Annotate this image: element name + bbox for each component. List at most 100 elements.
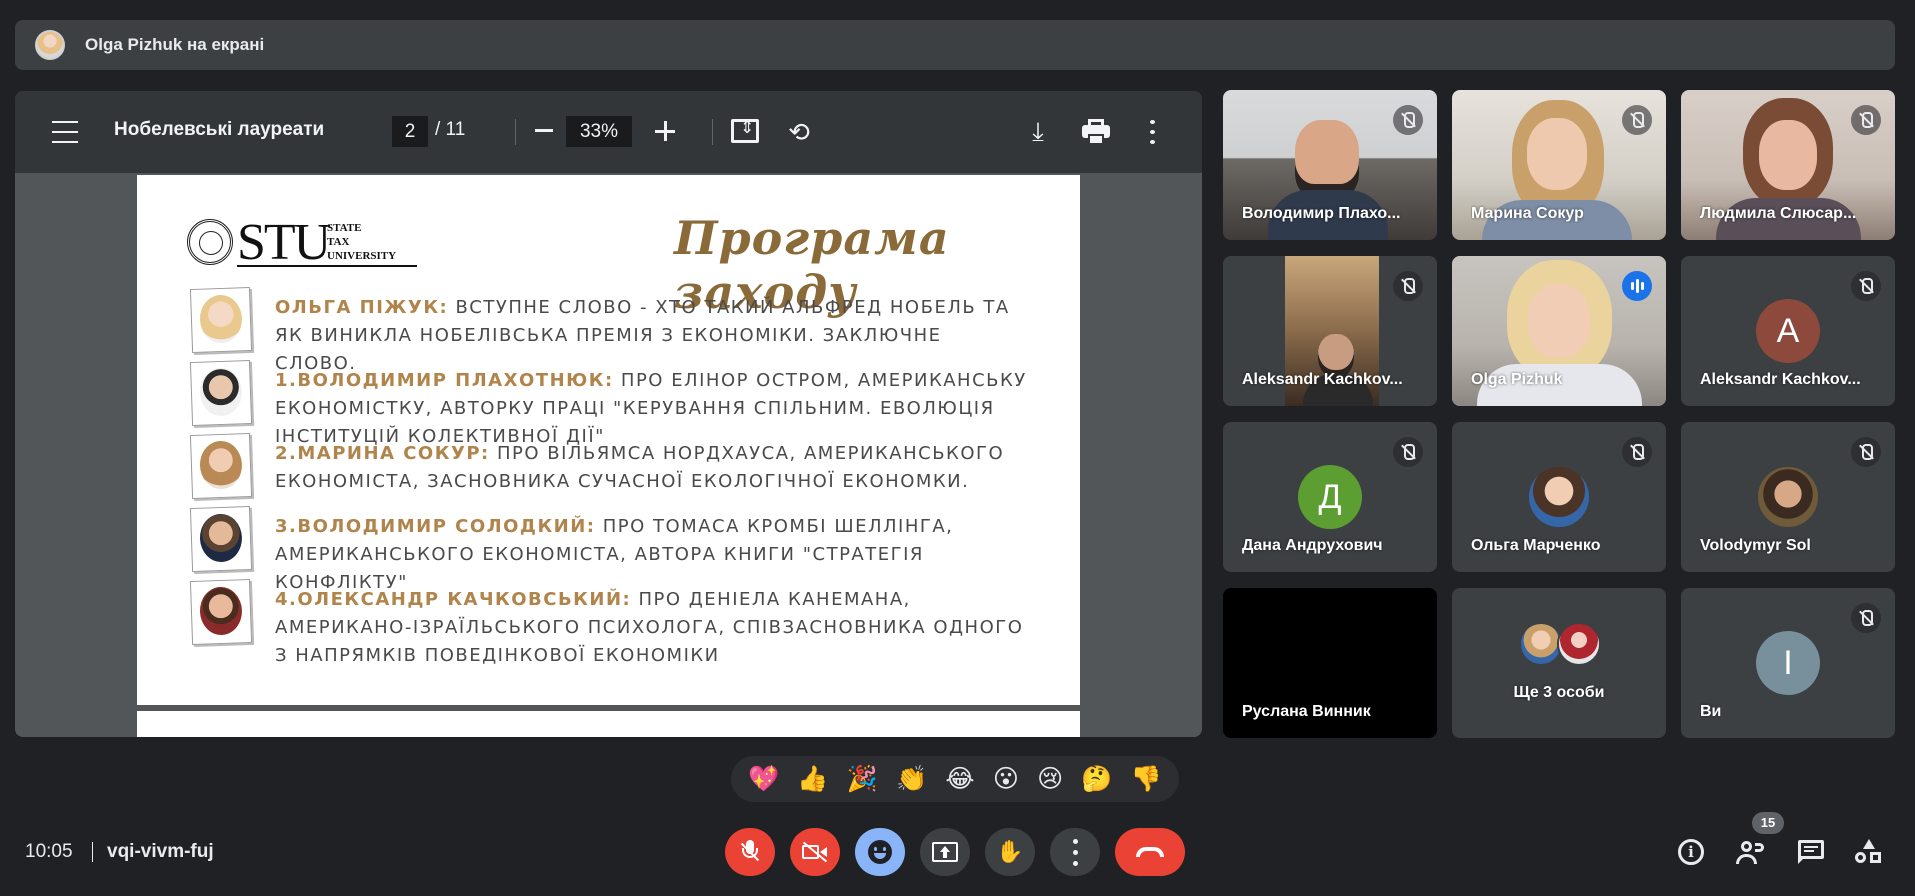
participant-name: Volodymyr Sol — [1700, 537, 1811, 554]
pdf-toolbar: Нобелевські лауреати 2 / 11 33% ⟲ ⤓ — [15, 91, 1202, 173]
activities-icon[interactable] — [1854, 837, 1884, 867]
participant-avatar — [1527, 465, 1591, 529]
speaker-photo — [189, 578, 253, 646]
participant-tile[interactable]: Людмила Слюсар... — [1681, 90, 1895, 240]
participant-tile[interactable]: Ольга Марченко — [1452, 422, 1666, 572]
speaker-photo — [189, 286, 253, 354]
participant-initial-avatar: I — [1756, 631, 1820, 695]
meeting-time: 10:05 — [25, 841, 73, 862]
rotate-icon[interactable]: ⟲ — [784, 117, 814, 147]
participant-count-badge: 15 — [1752, 812, 1784, 834]
reaction-crying[interactable]: 😢 — [1037, 764, 1063, 794]
camera-toggle-button[interactable] — [790, 828, 840, 876]
mic-off-icon — [1393, 105, 1423, 135]
meeting-code: vqi-vivm-fuj — [107, 841, 214, 862]
mic-off-icon — [1851, 105, 1881, 135]
raise-hand-button[interactable]: ✋ — [985, 828, 1035, 876]
more-options-icon[interactable] — [1147, 117, 1157, 147]
participant-name: Дана Андрухович — [1242, 537, 1383, 554]
reaction-thumbs-up[interactable]: 👍 — [797, 765, 828, 794]
participant-tile-active-speaker[interactable]: Olga Pizhuk — [1452, 256, 1666, 406]
participant-tile[interactable]: Марина Сокур — [1452, 90, 1666, 240]
fit-to-page-icon[interactable] — [731, 118, 759, 143]
shared-screen-pdf-viewer: Нобелевські лауреати 2 / 11 33% ⟲ ⤓ STU … — [15, 91, 1202, 737]
agenda-item: 4.Олександр Качковський: про Деніела Кан… — [189, 578, 1051, 666]
participant-name: Ольга Марченко — [1471, 537, 1601, 554]
participant-name: Володимир Плахо... — [1242, 205, 1401, 222]
reaction-surprised[interactable]: 😮 — [993, 764, 1019, 794]
agenda-item: 3.Володимир Солодкий: про Томаса Кромбі … — [189, 505, 1051, 593]
mic-off-icon — [1622, 105, 1652, 135]
speaking-indicator-icon — [1622, 271, 1652, 301]
reaction-party-popper[interactable]: 🎉 — [847, 765, 878, 794]
agenda-item: Ольга Піжук: вступне слово - хто такий А… — [189, 286, 1051, 374]
participant-name: Марина Сокур — [1471, 205, 1584, 222]
smiley-icon — [868, 840, 892, 864]
participant-tile[interactable]: Aleksandr Kachkov... — [1223, 256, 1437, 406]
participant-name: Aleksandr Kachkov... — [1242, 371, 1403, 388]
reaction-sparkling-heart[interactable]: 💖 — [748, 765, 779, 794]
hand-icon: ✋ — [996, 839, 1024, 864]
zoom-level-input[interactable]: 33% — [566, 116, 632, 147]
participant-name: Людмила Слюсар... — [1700, 205, 1857, 222]
speaker-photo — [189, 359, 253, 427]
toolbar-divider — [515, 119, 516, 145]
participant-tile[interactable]: Руслана Винник — [1223, 588, 1437, 738]
presenting-text: Olga Pizhuk на екрані — [85, 35, 265, 54]
participant-name: Olga Pizhuk — [1471, 371, 1563, 388]
people-icon[interactable] — [1736, 837, 1766, 867]
zoom-in-icon[interactable] — [655, 121, 677, 143]
print-icon[interactable] — [1081, 117, 1111, 147]
participant-avatar — [1756, 465, 1820, 529]
chat-icon[interactable] — [1796, 837, 1826, 867]
participant-name: Руслана Винник — [1242, 703, 1371, 720]
present-icon — [932, 842, 958, 862]
participant-tile[interactable]: Volodymyr Sol — [1681, 422, 1895, 572]
mic-off-icon — [740, 840, 760, 864]
menu-icon[interactable] — [50, 117, 80, 147]
mic-off-icon — [1393, 437, 1423, 467]
toolbar-divider — [712, 119, 713, 145]
reactions-bar: 💖 👍 🎉 👏 😂 😮 😢 🤔 👎 — [731, 756, 1179, 802]
reaction-thumbs-down[interactable]: 👎 — [1131, 765, 1162, 794]
reaction-thinking[interactable]: 🤔 — [1081, 765, 1112, 794]
mic-off-icon — [1851, 603, 1881, 633]
zoom-out-icon[interactable] — [535, 129, 553, 132]
agenda-item: 1.Володимир Плахотнюк: Про Елінор Остром… — [189, 359, 1051, 447]
meeting-details-icon[interactable]: i — [1676, 837, 1706, 867]
participant-avatar — [1557, 622, 1601, 666]
participant-tile-self[interactable]: I Ви — [1681, 588, 1895, 738]
participant-tile[interactable]: Володимир Плахо... — [1223, 90, 1437, 240]
more-participants-tile[interactable]: Ще 3 особи — [1452, 588, 1666, 738]
reactions-button[interactable] — [855, 828, 905, 876]
mic-off-icon — [1393, 271, 1423, 301]
mic-off-icon — [1851, 437, 1881, 467]
participant-initial-avatar: A — [1756, 299, 1820, 363]
participant-tile[interactable]: Д Дана Андрухович — [1223, 422, 1437, 572]
document-title: Нобелевські лауреати — [114, 119, 325, 140]
hang-up-icon — [1136, 847, 1164, 857]
reaction-clapping[interactable]: 👏 — [896, 765, 927, 794]
speaker-photo — [189, 505, 253, 573]
more-vert-icon — [1072, 836, 1078, 869]
download-icon[interactable]: ⤓ — [1023, 116, 1053, 147]
pdf-page: STU STATE TAX UNIVERSITY Програма заходу… — [137, 175, 1080, 705]
participant-name: Ви — [1700, 703, 1722, 720]
page-total: / 11 — [435, 119, 466, 140]
participant-tile[interactable]: A Aleksandr Kachkov... — [1681, 256, 1895, 406]
present-screen-button[interactable] — [920, 828, 970, 876]
pdf-next-page — [137, 711, 1080, 737]
logo-underline — [237, 265, 417, 267]
reaction-laughing[interactable]: 😂 — [945, 764, 974, 794]
presenter-avatar — [35, 30, 65, 60]
more-options-button[interactable] — [1050, 828, 1100, 876]
mic-off-icon — [1851, 271, 1881, 301]
logo-text: STU — [237, 214, 331, 271]
page-number-input[interactable]: 2 — [392, 116, 428, 147]
leave-call-button[interactable] — [1115, 828, 1185, 876]
microphone-toggle-button[interactable] — [725, 828, 775, 876]
speaker-photo — [189, 432, 253, 500]
mic-off-icon — [1622, 437, 1652, 467]
agenda-item: 2.Марина Сокур: про Вільямса Нордхауса, … — [189, 432, 1051, 504]
divider — [92, 842, 93, 862]
